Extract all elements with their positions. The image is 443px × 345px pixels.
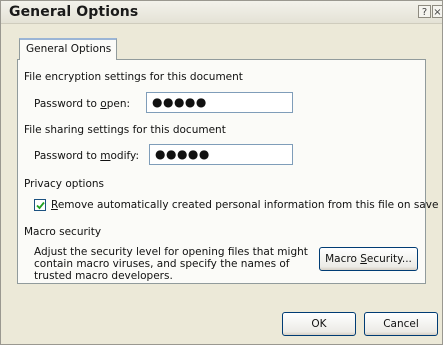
macro-description-line-1: Adjust the security level for opening fi…	[34, 246, 308, 258]
macro-description-line-2: contain macro viruses, and specify the n…	[34, 258, 290, 270]
privacy-heading: Privacy options	[24, 178, 105, 190]
general-options-dialog: General Options ? × General Options File…	[0, 0, 443, 345]
checkmark-icon	[36, 201, 45, 210]
dialog-title: General Options	[9, 4, 139, 20]
close-icon[interactable]: ×	[432, 5, 442, 18]
encryption-heading: File encryption settings for this docume…	[24, 71, 243, 83]
password-open-label: Password to open:	[34, 98, 131, 110]
title-bar[interactable]: General Options ? ×	[1, 1, 442, 24]
sharing-heading: File sharing settings for this document	[24, 124, 226, 136]
help-icon[interactable]: ?	[418, 5, 431, 18]
password-to-modify-input[interactable]: ●●●●●	[149, 144, 293, 165]
macro-security-button[interactable]: Macro Security...	[319, 247, 418, 271]
remove-personal-info-checkbox[interactable]	[34, 199, 46, 211]
remove-personal-info-label[interactable]: Remove automatically created personal in…	[51, 199, 438, 211]
ok-button[interactable]: OK	[282, 312, 356, 336]
tab-general-options[interactable]: General Options	[19, 38, 117, 60]
macro-description-line-3: trusted macro developers.	[34, 270, 173, 282]
password-to-open-input[interactable]: ●●●●●	[146, 92, 293, 113]
password-modify-label: Password to modify:	[34, 150, 140, 162]
cancel-button[interactable]: Cancel	[364, 312, 438, 336]
macro-heading: Macro security	[24, 226, 102, 238]
